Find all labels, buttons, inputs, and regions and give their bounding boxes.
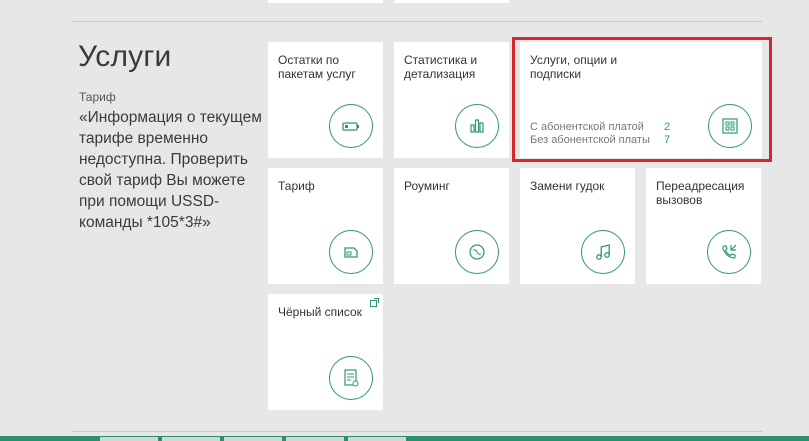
tile-roaming-title: Роуминг — [404, 179, 450, 193]
top-tile-stub — [268, 0, 383, 3]
taskbar-item[interactable] — [162, 437, 220, 441]
tariff-info-text: «Информация о текущем тарифе временно не… — [79, 109, 262, 231]
taskbar-item[interactable] — [348, 437, 406, 441]
globe-icon — [455, 230, 499, 274]
tile-forwarding-title: Переадресация вызовов — [656, 179, 745, 207]
tile-tariff-title: Тариф — [278, 179, 315, 193]
document-list-icon — [329, 356, 373, 400]
tile-ringback-title: Замени гудок — [530, 179, 605, 193]
section-title: Услуги — [78, 40, 172, 73]
tile-blacklist[interactable]: Чёрный список — [268, 294, 383, 410]
tile-statistics[interactable]: Статистика и детализация — [394, 42, 509, 158]
top-divider — [71, 21, 762, 22]
battery-icon — [329, 104, 373, 148]
external-link-icon — [370, 298, 379, 307]
sim-card-icon — [329, 230, 373, 274]
tariff-label: Тариф — [79, 90, 116, 104]
bar-chart-icon — [455, 104, 499, 148]
tile-roaming[interactable]: Роуминг — [394, 168, 509, 284]
bottom-divider — [71, 431, 762, 432]
taskbar-item[interactable] — [224, 437, 282, 441]
taskbar-item[interactable] — [100, 437, 158, 441]
top-tile-stub — [394, 0, 509, 3]
tile-statistics-title: Статистика и детализация — [404, 53, 478, 81]
tile-balances-title: Остатки по пакетам услуг — [278, 53, 356, 81]
tile-tariff[interactable]: Тариф — [268, 168, 383, 284]
tile-forwarding[interactable]: Переадресация вызовов — [646, 168, 761, 284]
taskbar-item[interactable] — [286, 437, 344, 441]
phone-forward-icon — [707, 230, 751, 274]
music-note-icon — [581, 230, 625, 274]
tile-blacklist-title: Чёрный список — [278, 305, 362, 319]
tile-balances[interactable]: Остатки по пакетам услуг — [268, 42, 383, 158]
tile-ringback[interactable]: Замени гудок — [520, 168, 635, 284]
selection-highlight — [512, 37, 772, 162]
